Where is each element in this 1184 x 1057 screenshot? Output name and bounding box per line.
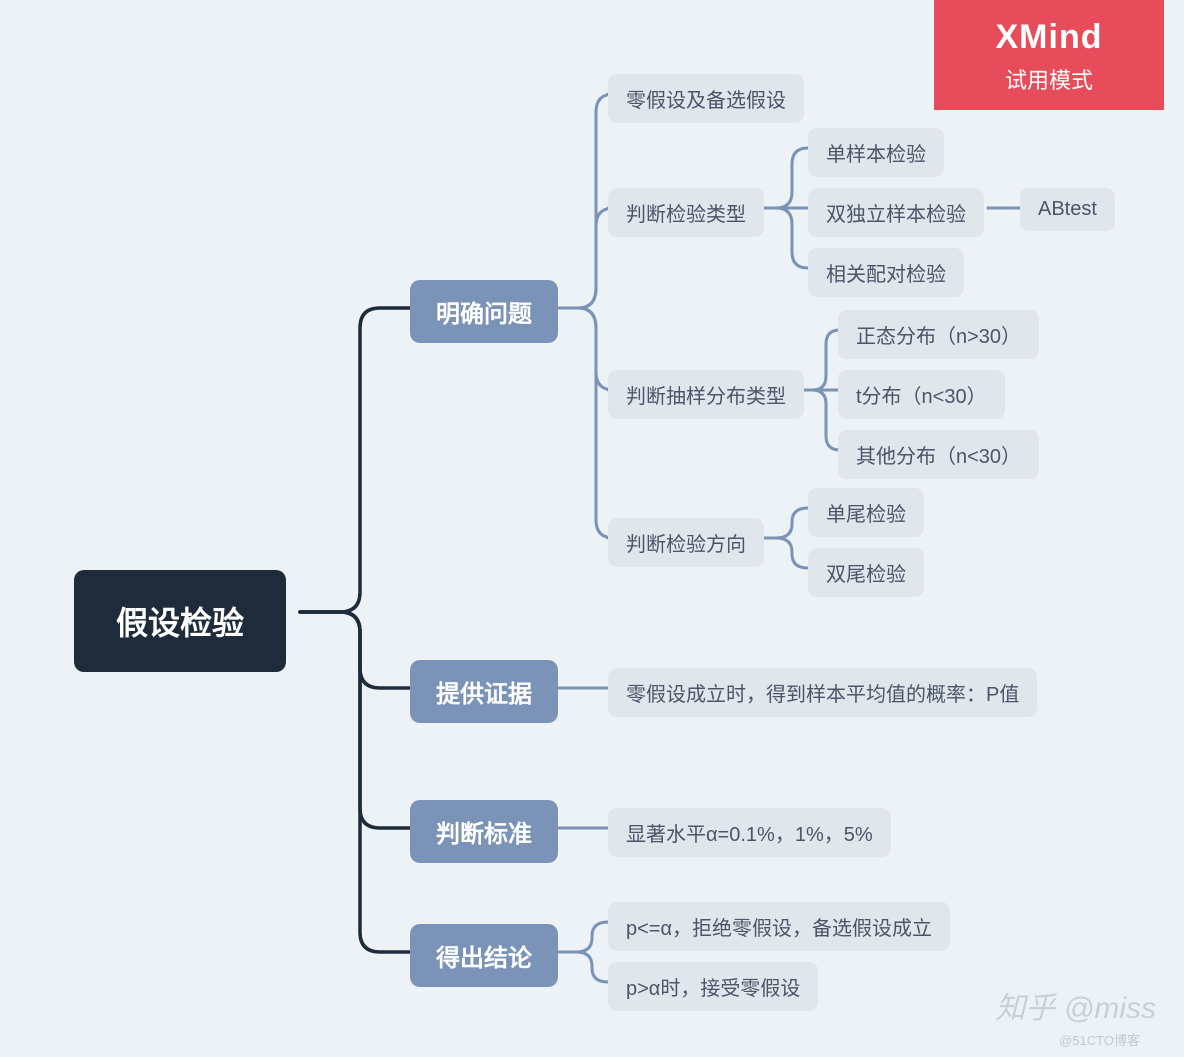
leaf-label: 双尾检验 xyxy=(826,558,906,587)
leaf-reject-h0[interactable]: p<=α，拒绝零假设，备选假设成立 xyxy=(608,902,950,951)
branch-provide-evidence[interactable]: 提供证据 xyxy=(410,660,558,723)
leaf-sampling-dist[interactable]: 判断抽样分布类型 xyxy=(608,370,804,419)
leaf-p-value[interactable]: 零假设成立时，得到样本平均值的概率：P值 xyxy=(608,668,1037,717)
leaf-t-dist[interactable]: t分布（n<30） xyxy=(838,370,1005,419)
branch-label: 判断标准 xyxy=(436,814,532,849)
leaf-paired[interactable]: 相关配对检验 xyxy=(808,248,964,297)
leaf-label: 单样本检验 xyxy=(826,138,926,167)
leaf-label: 双独立样本检验 xyxy=(826,198,966,227)
branch-criteria[interactable]: 判断标准 xyxy=(410,800,558,863)
leaf-label: 零假设成立时，得到样本平均值的概率：P值 xyxy=(626,678,1019,707)
leaf-one-tailed[interactable]: 单尾检验 xyxy=(808,488,924,537)
leaf-single-sample[interactable]: 单样本检验 xyxy=(808,128,944,177)
leaf-label: 单尾检验 xyxy=(826,498,906,527)
leaf-label: 判断检验类型 xyxy=(626,198,746,227)
root-node[interactable]: 假设检验 xyxy=(74,570,286,672)
leaf-label: p<=α，拒绝零假设，备选假设成立 xyxy=(626,912,932,941)
leaf-label: 其他分布（n<30） xyxy=(856,440,1021,469)
leaf-accept-h0[interactable]: p>α时，接受零假设 xyxy=(608,962,818,1011)
cto-watermark: @51CTO博客 xyxy=(1059,1030,1140,1049)
leaf-label: ABtest xyxy=(1038,198,1097,221)
leaf-label: 判断检验方向 xyxy=(626,528,746,557)
watermark-mode: 试用模式 xyxy=(934,63,1164,95)
leaf-two-independent[interactable]: 双独立样本检验 xyxy=(808,188,984,237)
leaf-abtest[interactable]: ABtest xyxy=(1020,188,1115,231)
leaf-label: p>α时，接受零假设 xyxy=(626,972,800,1001)
leaf-label: t分布（n<30） xyxy=(856,380,987,409)
leaf-normal-dist[interactable]: 正态分布（n>30） xyxy=(838,310,1039,359)
leaf-label: 判断抽样分布类型 xyxy=(626,380,786,409)
root-label: 假设检验 xyxy=(116,598,244,644)
branch-conclusion[interactable]: 得出结论 xyxy=(410,924,558,987)
leaf-other-dist[interactable]: 其他分布（n<30） xyxy=(838,430,1039,479)
leaf-two-tailed[interactable]: 双尾检验 xyxy=(808,548,924,597)
leaf-alpha[interactable]: 显著水平α=0.1%，1%，5% xyxy=(608,808,891,857)
leaf-label: 显著水平α=0.1%，1%，5% xyxy=(626,818,873,847)
leaf-test-type[interactable]: 判断检验类型 xyxy=(608,188,764,237)
connector-lines xyxy=(0,0,1184,1057)
branch-label: 提供证据 xyxy=(436,674,532,709)
leaf-label: 正态分布（n>30） xyxy=(856,320,1021,349)
branch-clarify-problem[interactable]: 明确问题 xyxy=(410,280,558,343)
zhihu-watermark: 知乎 @miss xyxy=(996,983,1156,1027)
leaf-label: 相关配对检验 xyxy=(826,258,946,287)
branch-label: 得出结论 xyxy=(436,938,532,973)
leaf-null-hypothesis[interactable]: 零假设及备选假设 xyxy=(608,74,804,123)
branch-label: 明确问题 xyxy=(436,294,532,329)
xmind-watermark: XMind 试用模式 xyxy=(934,0,1164,110)
watermark-brand: XMind xyxy=(934,18,1164,57)
leaf-test-direction[interactable]: 判断检验方向 xyxy=(608,518,764,567)
leaf-label: 零假设及备选假设 xyxy=(626,84,786,113)
